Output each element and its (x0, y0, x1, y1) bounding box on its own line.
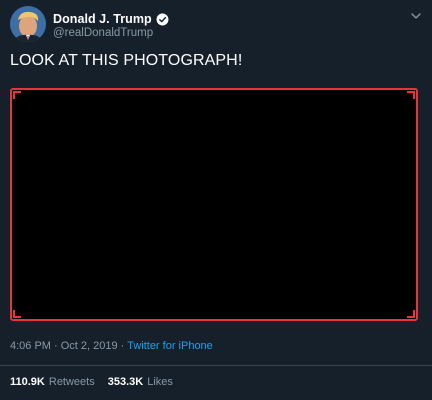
author-display-name[interactable]: Donald J. Trump (53, 12, 152, 26)
meta-separator: · (50, 340, 61, 352)
verified-badge-icon (156, 13, 169, 25)
tweet-source-link[interactable]: Twitter for iPhone (127, 340, 213, 352)
retweets-stat[interactable]: 110.9K Retweets (10, 376, 95, 388)
author-handle[interactable]: @realDonaldTrump (53, 27, 153, 39)
likes-label: Likes (147, 376, 173, 388)
divider (0, 365, 432, 366)
likes-stat[interactable]: 353.3K Likes (108, 376, 173, 388)
tweet-metadata: 4:06 PM · Oct 2, 2019 · Twitter for iPho… (10, 340, 213, 352)
tweet-stats: 110.9K Retweets 353.3K Likes (10, 376, 186, 388)
tweet-text: LOOK AT THIS PHOTOGRAPH! (10, 52, 243, 69)
profile-photo-icon (10, 6, 46, 42)
tweet-date[interactable]: Oct 2, 2019 (61, 340, 118, 352)
author-name-row[interactable]: Donald J. Trump (53, 11, 169, 27)
retweets-count: 110.9K (10, 376, 45, 388)
media-corner-mark (407, 91, 415, 99)
likes-count: 353.3K (107, 376, 144, 388)
tweet-time[interactable]: 4:06 PM (10, 340, 51, 352)
media-corner-mark (407, 310, 415, 318)
tweet-card: Donald J. Trump @realDonaldTrump LOOK AT… (0, 0, 432, 400)
chevron-down-icon[interactable] (410, 10, 422, 22)
media-corner-mark (13, 310, 21, 318)
retweets-label: Retweets (48, 376, 95, 388)
tweet-media-photo[interactable] (10, 88, 418, 321)
media-corner-mark (13, 91, 21, 99)
meta-separator: · (117, 340, 128, 352)
avatar[interactable] (10, 6, 46, 42)
